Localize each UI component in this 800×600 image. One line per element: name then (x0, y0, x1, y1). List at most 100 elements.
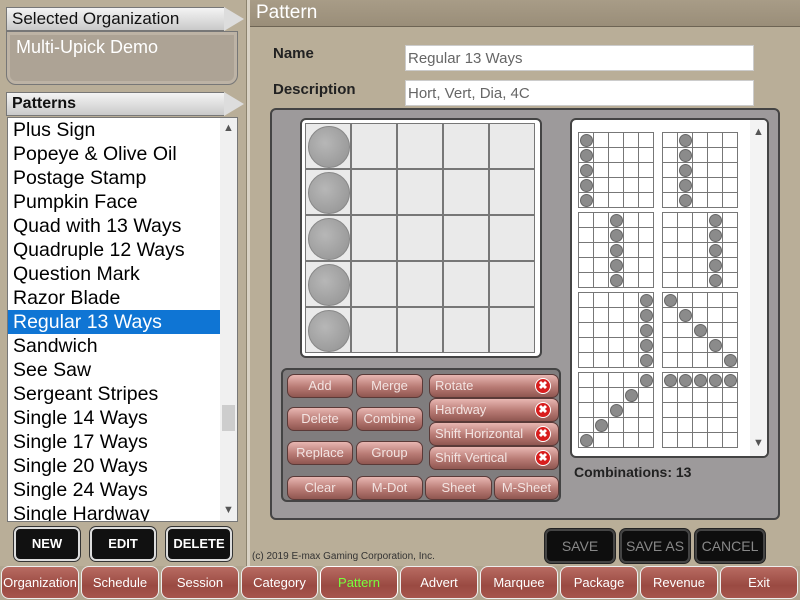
scroll-down-icon[interactable]: ▼ (220, 502, 237, 519)
scroll-thumb[interactable] (222, 405, 235, 431)
scroll-up-icon[interactable]: ▲ (220, 120, 237, 137)
grid-cell[interactable] (397, 215, 443, 261)
grid-cell[interactable] (351, 169, 397, 215)
close-icon[interactable]: ✖ (535, 450, 551, 466)
pattern-list-item[interactable]: Single 24 Ways (8, 478, 220, 502)
group-button[interactable]: Group (356, 441, 423, 465)
thumbnail-cell (723, 373, 738, 388)
pattern-list-item[interactable]: Sandwich (8, 334, 220, 358)
thumbnail-cell (639, 353, 654, 368)
grid-cell[interactable] (443, 307, 489, 353)
grid-cell[interactable] (351, 307, 397, 353)
combinations-preview[interactable]: ▲ ▼ (570, 118, 769, 458)
thumbnail-cell (708, 163, 723, 178)
sheet-button[interactable]: Sheet (425, 476, 492, 500)
name-field[interactable] (405, 45, 754, 71)
thumbnail-cell (678, 308, 693, 323)
grid-cell[interactable] (397, 169, 443, 215)
thumbnail-cell (678, 163, 693, 178)
nav-tab-organization[interactable]: Organization (1, 566, 79, 599)
grid-cell[interactable] (397, 123, 443, 169)
scroll-up-icon[interactable]: ▲ (750, 124, 767, 141)
grid-cell[interactable] (443, 169, 489, 215)
grid-cell[interactable] (351, 261, 397, 307)
grid-cell[interactable] (443, 261, 489, 307)
patterns-list-box[interactable]: Plus Sign Popeye & Olive Oil Postage Stamp… (7, 117, 238, 522)
grid-cell[interactable] (351, 123, 397, 169)
shift-vertical-toggle[interactable]: Shift Vertical ✖ (429, 446, 559, 470)
pattern-list-item[interactable]: Razor Blade (8, 286, 220, 310)
pattern-list-item[interactable]: Question Mark (8, 262, 220, 286)
pattern-list-item[interactable]: Sergeant Stripes (8, 382, 220, 406)
grid-cell[interactable] (397, 307, 443, 353)
delete-button[interactable]: DELETE (166, 527, 232, 561)
nav-tab-advert[interactable]: Advert (400, 566, 478, 599)
grid-cell[interactable] (489, 215, 535, 261)
thumbnail-cell (639, 403, 654, 418)
grid-cell[interactable] (443, 123, 489, 169)
panel-divider[interactable] (246, 0, 250, 566)
nav-tab-marquee[interactable]: Marquee (480, 566, 558, 599)
close-icon[interactable]: ✖ (535, 402, 551, 418)
nav-tab-category[interactable]: Category (241, 566, 318, 599)
add-button[interactable]: Add (287, 374, 353, 398)
shift-horizontal-toggle[interactable]: Shift Horizontal ✖ (429, 422, 559, 446)
thumbnail-cell (663, 403, 678, 418)
pattern-list-item[interactable]: Regular 13 Ways (8, 310, 220, 334)
selected-organization-box[interactable]: Multi-Upick Demo (6, 31, 238, 85)
pattern-list-item[interactable]: Popeye & Olive Oil (8, 142, 220, 166)
combine-button[interactable]: Combine (356, 407, 423, 431)
close-icon[interactable]: ✖ (535, 426, 551, 442)
pattern-list-item[interactable]: Quadruple 12 Ways (8, 238, 220, 262)
nav-tab-exit[interactable]: Exit (720, 566, 798, 599)
nav-tab-package[interactable]: Package (560, 566, 638, 599)
pattern-list-item[interactable]: Postage Stamp (8, 166, 220, 190)
pattern-grid[interactable] (305, 123, 535, 353)
pattern-list-item[interactable]: Single 14 Ways (8, 406, 220, 430)
pattern-list-item[interactable]: Plus Sign (8, 118, 220, 142)
combinations-count: Combinations: 13 (574, 464, 692, 480)
pattern-list-item[interactable]: Quad with 13 Ways (8, 214, 220, 238)
pattern-list-item[interactable]: See Saw (8, 358, 220, 382)
pattern-list-item[interactable]: Pumpkin Face (8, 190, 220, 214)
grid-cell[interactable] (305, 169, 351, 215)
thumbnail-cell (693, 353, 708, 368)
hardway-toggle[interactable]: Hardway ✖ (429, 398, 559, 422)
grid-cell[interactable] (489, 261, 535, 307)
grid-cell[interactable] (489, 169, 535, 215)
nav-tab-schedule[interactable]: Schedule (81, 566, 159, 599)
grid-cell[interactable] (305, 261, 351, 307)
m-dot-button[interactable]: M-Dot (356, 476, 423, 500)
grid-cell[interactable] (489, 123, 535, 169)
m-sheet-button[interactable]: M-Sheet (494, 476, 559, 500)
grid-cell[interactable] (489, 307, 535, 353)
merge-button[interactable]: Merge (356, 374, 423, 398)
pattern-list-item[interactable]: Single 17 Ways (8, 430, 220, 454)
pattern-list-item[interactable]: Single 20 Ways (8, 454, 220, 478)
cancel-button[interactable]: CANCEL (695, 529, 765, 563)
save-button[interactable]: SAVE (545, 529, 615, 563)
nav-tab-pattern[interactable]: Pattern (320, 566, 398, 599)
pattern-list-item[interactable]: Single Hardway (8, 502, 220, 521)
delete-pattern-button[interactable]: Delete (287, 407, 353, 431)
grid-cell[interactable] (351, 215, 397, 261)
clear-button[interactable]: Clear (287, 476, 353, 500)
patterns-list[interactable]: Plus Sign Popeye & Olive Oil Postage Stamp… (8, 118, 220, 521)
grid-cell[interactable] (305, 215, 351, 261)
close-icon[interactable]: ✖ (535, 378, 551, 394)
grid-cell[interactable] (305, 123, 351, 169)
grid-cell[interactable] (397, 261, 443, 307)
combinations-scrollbar[interactable]: ▲ ▼ (750, 120, 767, 456)
replace-button[interactable]: Replace (287, 441, 353, 465)
edit-button[interactable]: EDIT (90, 527, 156, 561)
scroll-down-icon[interactable]: ▼ (750, 435, 767, 452)
grid-cell[interactable] (305, 307, 351, 353)
description-field[interactable] (405, 80, 754, 106)
new-button[interactable]: NEW (14, 527, 80, 561)
rotate-toggle[interactable]: Rotate ✖ (429, 374, 559, 398)
patterns-scrollbar[interactable]: ▲ ▼ (220, 118, 237, 521)
save-as-button[interactable]: SAVE AS (620, 529, 690, 563)
nav-tab-revenue[interactable]: Revenue (640, 566, 718, 599)
nav-tab-session[interactable]: Session (161, 566, 239, 599)
grid-cell[interactable] (443, 215, 489, 261)
